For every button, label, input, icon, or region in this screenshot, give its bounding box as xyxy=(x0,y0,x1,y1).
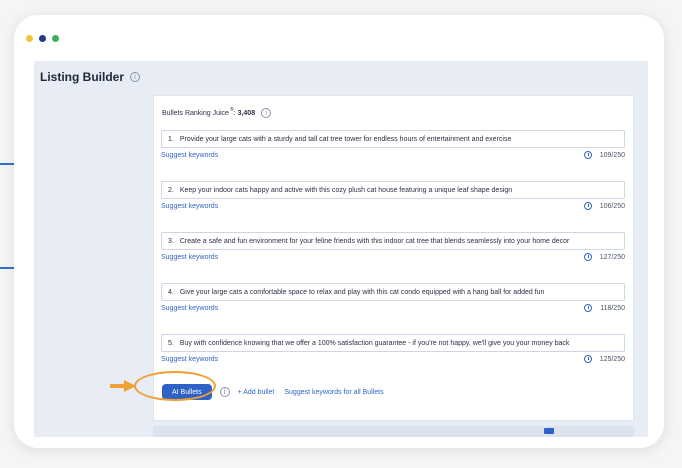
bullet-item: 4. Give your large cats a comfortable sp… xyxy=(161,283,625,312)
bullet-item: 1. Provide your large cats with a sturdy… xyxy=(161,130,625,159)
decorative-line xyxy=(0,163,14,165)
bullet-number: 3. xyxy=(168,237,174,245)
bullet-text: Create a safe and fun environment for yo… xyxy=(179,237,570,245)
char-count: 106/250 xyxy=(583,202,625,210)
window-dot-green[interactable] xyxy=(52,35,59,42)
char-count: 109/250 xyxy=(583,151,625,159)
suggest-keywords-link[interactable]: Suggest keywords xyxy=(161,152,218,159)
bullet-meta: Suggest keywords 125/250 xyxy=(161,355,625,363)
suggest-keywords-link[interactable]: Suggest keywords xyxy=(161,305,218,312)
bullet-input[interactable]: 5. Buy with confidence knowing that we o… xyxy=(161,334,625,352)
window-dot-navy[interactable] xyxy=(39,35,46,42)
bullet-number: 1. xyxy=(168,135,174,143)
clock-icon[interactable] xyxy=(583,253,592,261)
char-count: 125/250 xyxy=(583,355,625,363)
info-icon[interactable]: i xyxy=(219,387,230,397)
bullet-meta: Suggest keywords 106/250 xyxy=(161,202,625,210)
bullet-item: 5. Buy with confidence knowing that we o… xyxy=(161,334,625,363)
bullet-input[interactable]: 2. Keep your indoor cats happy and activ… xyxy=(161,181,625,199)
bullet-input[interactable]: 1. Provide your large cats with a sturdy… xyxy=(161,130,625,148)
bullet-number: 4. xyxy=(168,288,174,296)
bullet-text: Give your large cats a comfortable space… xyxy=(179,288,545,296)
suggest-keywords-all-link[interactable]: Suggest keywords for all Bullets xyxy=(284,389,383,396)
char-count-value: 106/250 xyxy=(599,202,625,210)
bullet-input[interactable]: 4. Give your large cats a comfortable sp… xyxy=(161,283,625,301)
char-count-value: 127/250 xyxy=(599,253,625,261)
bullet-text: Provide your large cats with a sturdy an… xyxy=(179,135,512,143)
clock-icon[interactable] xyxy=(583,202,592,210)
bullet-text: Buy with confidence knowing that we offe… xyxy=(179,339,570,347)
info-icon[interactable]: i xyxy=(130,72,140,82)
next-section-strip xyxy=(153,426,634,437)
suggest-keywords-link[interactable]: Suggest keywords xyxy=(161,203,218,210)
suggest-keywords-link[interactable]: Suggest keywords xyxy=(161,254,218,261)
registered-mark: ® xyxy=(229,107,234,113)
ranking-juice-label: Bullets Ranking Juice xyxy=(162,109,229,117)
bullet-item: 3. Create a safe and fun environment for… xyxy=(161,232,625,261)
bullet-meta: Suggest keywords 109/250 xyxy=(161,151,625,159)
window-dot-yellow[interactable] xyxy=(26,35,33,42)
bullet-meta: Suggest keywords 118/250 xyxy=(161,304,625,312)
char-count-value: 118/250 xyxy=(600,304,625,312)
highlight-ellipse xyxy=(134,371,216,401)
bullet-meta: Suggest keywords 127/250 xyxy=(161,253,625,261)
suggest-keywords-link[interactable]: Suggest keywords xyxy=(161,356,218,363)
char-count: 118/250 xyxy=(584,304,625,312)
char-count-value: 125/250 xyxy=(599,355,625,363)
char-count-value: 109/250 xyxy=(599,151,625,159)
bullet-input[interactable]: 3. Create a safe and fun environment for… xyxy=(161,232,625,250)
bullet-item: 2. Keep your indoor cats happy and activ… xyxy=(161,181,625,210)
scroll-marker[interactable] xyxy=(544,428,554,434)
bullet-number: 5. xyxy=(168,339,174,347)
window-controls xyxy=(26,35,59,42)
char-count: 127/250 xyxy=(583,253,625,261)
clock-icon[interactable] xyxy=(584,304,593,312)
bullet-text: Keep your indoor cats happy and active w… xyxy=(179,186,513,194)
ranking-juice-value: 3,408 xyxy=(237,109,256,117)
arrow-right-icon xyxy=(110,380,136,392)
decorative-line xyxy=(0,267,14,269)
info-icon[interactable]: i xyxy=(261,108,272,118)
add-bullet-link[interactable]: + Add bullet xyxy=(238,389,275,396)
clock-icon[interactable] xyxy=(583,355,592,363)
ranking-juice-heading: Bullets Ranking Juice ® : 3,408 i xyxy=(162,107,272,118)
bullets-panel: Bullets Ranking Juice ® : 3,408 i 1. Pro… xyxy=(153,95,634,421)
bullet-number: 2. xyxy=(168,186,174,194)
page-title: Listing Builder xyxy=(40,70,124,84)
app-header: Listing Builder i xyxy=(34,61,648,93)
clock-icon[interactable] xyxy=(583,151,592,159)
